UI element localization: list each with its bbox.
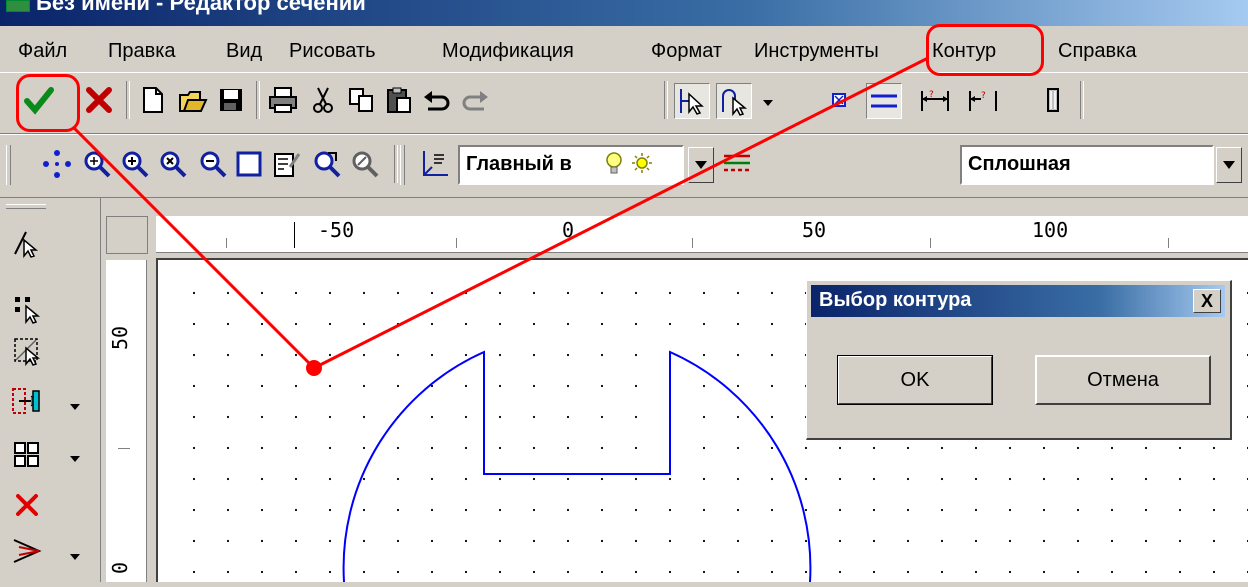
column-icon[interactable] bbox=[1036, 83, 1070, 117]
toolbar-separator bbox=[256, 81, 260, 119]
menu-bar: Файл Правка Вид Рисовать Модификация Фор… bbox=[0, 28, 1248, 72]
menu-tools[interactable]: Инструменты bbox=[754, 38, 879, 64]
small-rect-icon[interactable] bbox=[822, 83, 856, 117]
redo-icon[interactable] bbox=[458, 83, 492, 117]
dialog-close-button[interactable]: X bbox=[1193, 289, 1221, 313]
menu-help[interactable]: Справка bbox=[1058, 38, 1136, 64]
horizontal-ruler: -50 0 50 100 bbox=[156, 216, 1248, 253]
menu-file[interactable]: Файл bbox=[18, 38, 67, 64]
dimension-icon[interactable]: ? bbox=[918, 83, 952, 117]
menu-edit[interactable]: Правка bbox=[108, 38, 176, 64]
dialog-title-bar[interactable]: Выбор контура X bbox=[811, 285, 1225, 317]
contour-dropdown-arrow[interactable] bbox=[758, 89, 778, 117]
standard-toolbar: ? ? bbox=[0, 72, 1248, 134]
cancel-button[interactable]: Отмена bbox=[1035, 355, 1211, 405]
zoom-extents-icon[interactable] bbox=[156, 147, 190, 181]
dimension-query-icon[interactable]: ? bbox=[966, 83, 1000, 117]
select-points-icon[interactable] bbox=[8, 290, 46, 328]
view-toolbar: Главный в Сплошная bbox=[0, 134, 1248, 198]
contour-select-icon[interactable] bbox=[716, 83, 752, 119]
ruler-tick bbox=[930, 238, 931, 248]
ruler-label-50: 50 bbox=[802, 218, 827, 242]
toolbar-grip[interactable] bbox=[6, 145, 11, 185]
ruler-label-neg50: -50 bbox=[318, 218, 355, 242]
menu-modify[interactable]: Модификация bbox=[442, 38, 574, 64]
linetype-icon[interactable] bbox=[720, 147, 754, 181]
zoom-out-icon[interactable] bbox=[196, 147, 230, 181]
ruler-label-50: 50 bbox=[108, 325, 133, 351]
angle-icon[interactable] bbox=[8, 532, 46, 570]
insert-block-dropdown-icon[interactable] bbox=[68, 402, 82, 412]
ruler-corner bbox=[106, 216, 148, 254]
ruler-label-0: 0 bbox=[108, 561, 133, 575]
linetype-combo[interactable]: Сплошная bbox=[960, 145, 1214, 185]
zoom-realtime-icon[interactable] bbox=[310, 147, 344, 181]
sun-icon bbox=[630, 151, 654, 182]
toolbar-separator bbox=[126, 81, 130, 119]
save-icon[interactable] bbox=[214, 83, 248, 117]
new-file-icon[interactable] bbox=[136, 83, 170, 117]
ruler-tick bbox=[456, 238, 457, 248]
select-window-icon[interactable] bbox=[8, 332, 46, 370]
app-icon bbox=[6, 0, 30, 12]
menu-view[interactable]: Вид bbox=[226, 38, 262, 64]
ruler-tick bbox=[226, 238, 227, 248]
insert-block-icon[interactable] bbox=[8, 382, 46, 420]
copy-icon[interactable] bbox=[344, 83, 378, 117]
pan-icon[interactable] bbox=[40, 147, 74, 181]
svg-text:?: ? bbox=[981, 91, 986, 101]
left-toolbar bbox=[0, 198, 101, 582]
cut-icon[interactable] bbox=[306, 83, 340, 117]
ruler-tick bbox=[294, 222, 295, 248]
zoom-previous-icon[interactable] bbox=[348, 147, 382, 181]
layer-combo-value: Главный в bbox=[466, 153, 572, 175]
paste-icon[interactable] bbox=[382, 83, 416, 117]
lightbulb-icon bbox=[604, 151, 624, 182]
contour-menu-highlight bbox=[926, 24, 1044, 76]
zoom-in-icon[interactable] bbox=[118, 147, 152, 181]
undo-icon[interactable] bbox=[420, 83, 454, 117]
ruler-tick bbox=[692, 238, 693, 248]
parallel-lines-icon[interactable] bbox=[866, 83, 902, 119]
layer-icon[interactable] bbox=[418, 147, 452, 181]
linetype-combo-value: Сплошная bbox=[968, 153, 1071, 175]
menu-draw[interactable]: Рисовать bbox=[289, 38, 376, 64]
layer-dropdown-arrow[interactable] bbox=[688, 147, 714, 183]
open-folder-icon[interactable] bbox=[176, 83, 210, 117]
vertical-ruler: 50 0 bbox=[106, 260, 147, 582]
ruler-tick bbox=[118, 448, 130, 449]
dialog-title: Выбор контура bbox=[819, 289, 972, 311]
toolbar-grip[interactable] bbox=[400, 145, 405, 185]
svg-text:?: ? bbox=[929, 90, 934, 100]
menu-format[interactable]: Формат bbox=[651, 38, 722, 64]
toolbar-separator bbox=[394, 145, 398, 183]
properties-icon[interactable] bbox=[270, 147, 304, 181]
ruler-tick bbox=[1168, 238, 1169, 248]
toolbar-grip[interactable] bbox=[6, 204, 46, 209]
group-dropdown-icon[interactable] bbox=[68, 454, 82, 464]
window-title: Без имени - Редактор сечений bbox=[36, 0, 366, 15]
window-title-bar: Без имени - Редактор сечений bbox=[0, 0, 1248, 26]
cancel-icon[interactable] bbox=[82, 83, 116, 117]
group-icon[interactable] bbox=[8, 436, 46, 474]
contour-select-dialog: Выбор контура X OK Отмена bbox=[806, 280, 1232, 440]
angle-dropdown-icon[interactable] bbox=[68, 552, 82, 562]
zoom-window-icon[interactable] bbox=[80, 147, 114, 181]
delete-icon[interactable] bbox=[8, 486, 46, 524]
print-icon[interactable] bbox=[266, 83, 300, 117]
ruler-label-100: 100 bbox=[1032, 218, 1069, 242]
ruler-label-0: 0 bbox=[562, 218, 575, 242]
linetype-dropdown-arrow[interactable] bbox=[1216, 147, 1242, 183]
toolbar-separator bbox=[1080, 81, 1084, 119]
select-arrow-icon[interactable] bbox=[8, 224, 46, 262]
layer-combo[interactable]: Главный в bbox=[458, 145, 684, 185]
accept-highlight bbox=[16, 74, 80, 132]
frame-icon[interactable] bbox=[232, 147, 266, 181]
toolbar-separator bbox=[664, 81, 668, 119]
select-pointer-icon[interactable] bbox=[674, 83, 710, 119]
ok-button[interactable]: OK bbox=[837, 355, 993, 405]
